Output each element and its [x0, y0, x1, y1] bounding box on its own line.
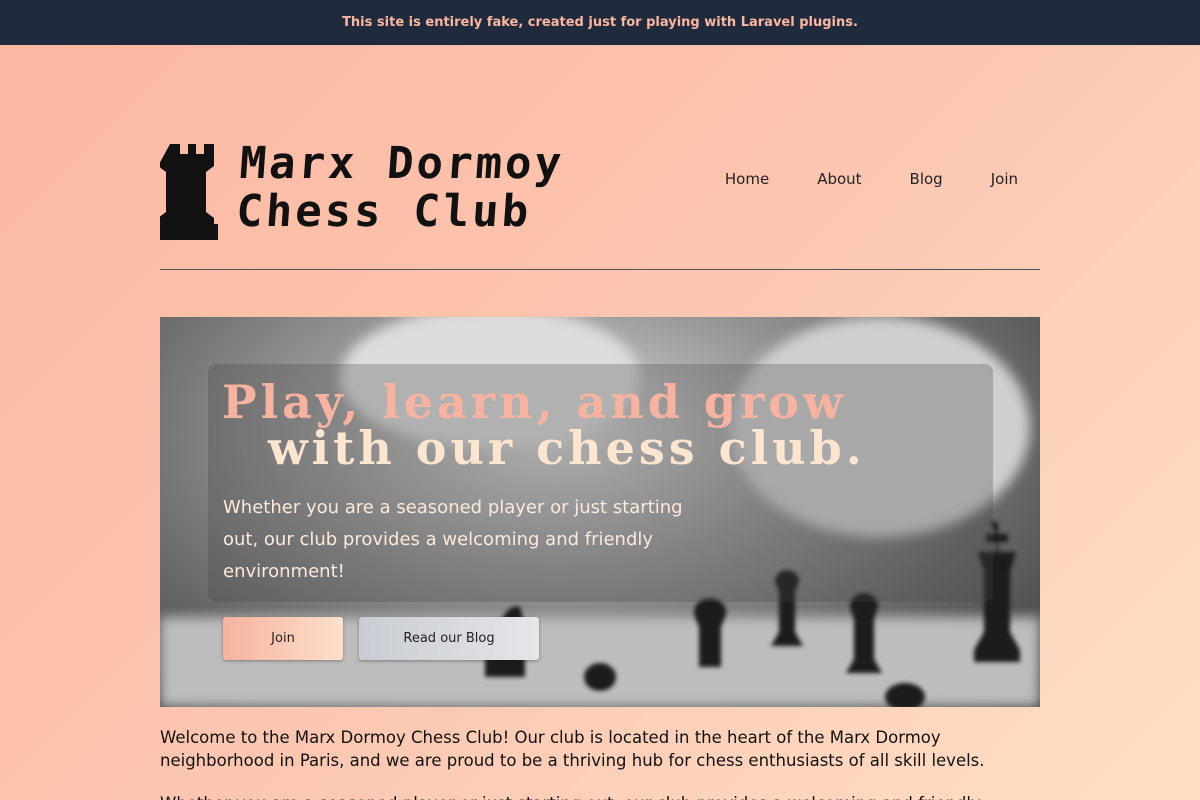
logo-title-line1: Marx Dormoy [237, 138, 566, 189]
nav-blog[interactable]: Blog [910, 170, 943, 188]
intro-paragraph-2: Whether you are a seasoned player or jus… [160, 792, 1040, 800]
banner-text: This site is entirely fake, created just… [342, 15, 858, 30]
hero-subtitle: Whether you are a seasoned player or jus… [223, 497, 683, 582]
logo-title-line2: Chess Club [234, 186, 534, 237]
site-header: Marx Dormoy Chess Club Home About Blog J… [160, 138, 1040, 270]
hero-title-line2: with our chess club. [268, 421, 866, 475]
chess-rook-icon [160, 144, 218, 240]
site-logo[interactable]: Marx Dormoy Chess Club [160, 138, 630, 245]
main-nav: Home About Blog Join [725, 170, 1018, 188]
intro-paragraph: Welcome to the Marx Dormoy Chess Club! O… [160, 728, 985, 770]
join-button[interactable]: Join [223, 617, 343, 660]
read-blog-button[interactable]: Read our Blog [359, 617, 539, 660]
nav-about[interactable]: About [817, 170, 861, 188]
top-banner: This site is entirely fake, created just… [0, 0, 1200, 45]
nav-home[interactable]: Home [725, 170, 769, 188]
nav-join[interactable]: Join [991, 170, 1018, 188]
hero-section: Play, learn, and grow with our chess clu… [160, 317, 1040, 707]
